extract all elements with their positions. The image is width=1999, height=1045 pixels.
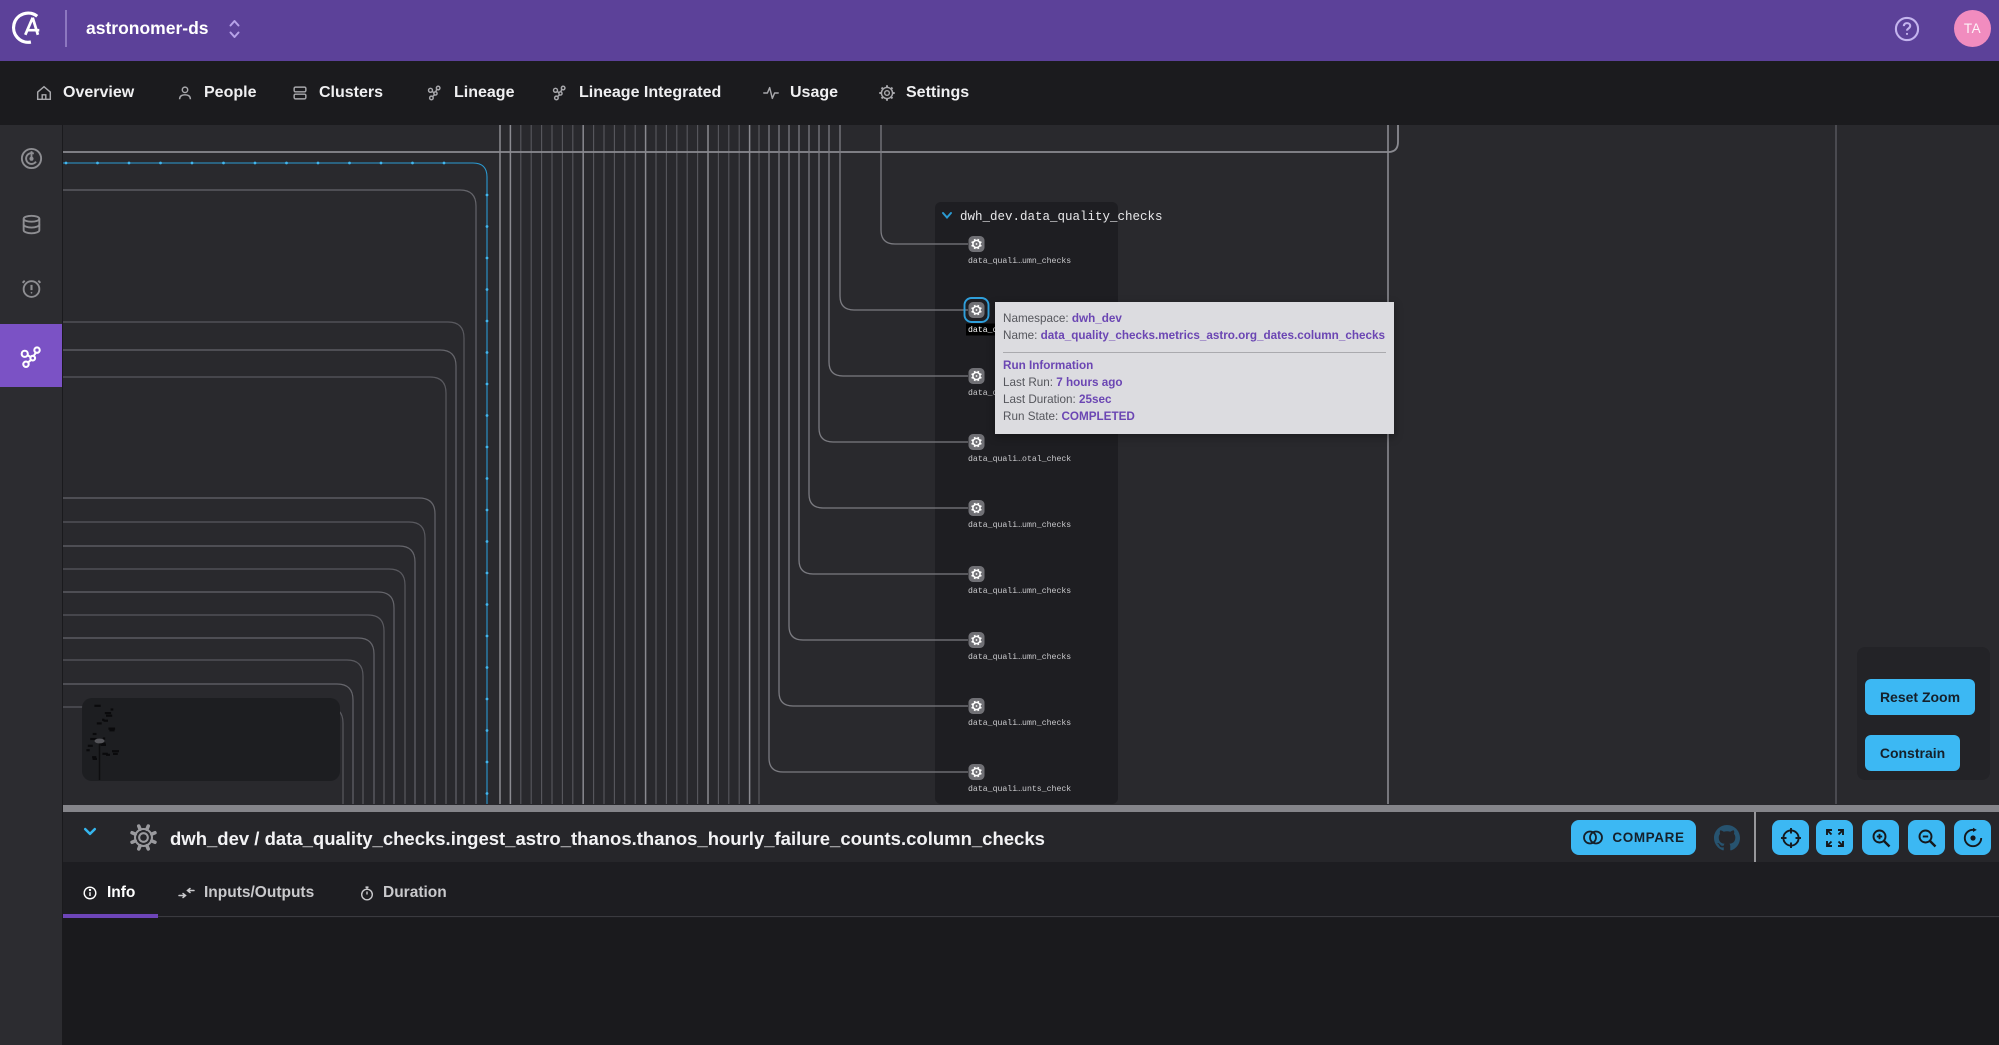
svg-text:dwh_dev.data_quality_checks: dwh_dev.data_quality_checks [960,210,1163,224]
svg-text:data_quali…otal_check: data_quali…otal_check [968,454,1071,464]
svg-text:data_quali…umn_checks: data_quali…umn_checks [968,652,1071,662]
svg-text:data_quali…umn_checks: data_quali…umn_checks [968,520,1071,530]
svg-text:data_quali…umn_checks: data_quali…umn_checks [968,718,1071,728]
svg-text:data_quali…umn_checks: data_quali…umn_checks [968,256,1071,266]
svg-text:data_quali…umn_checks: data_quali…umn_checks [968,586,1071,596]
svg-text:data_quali…unts_check: data_quali…unts_check [968,784,1071,794]
